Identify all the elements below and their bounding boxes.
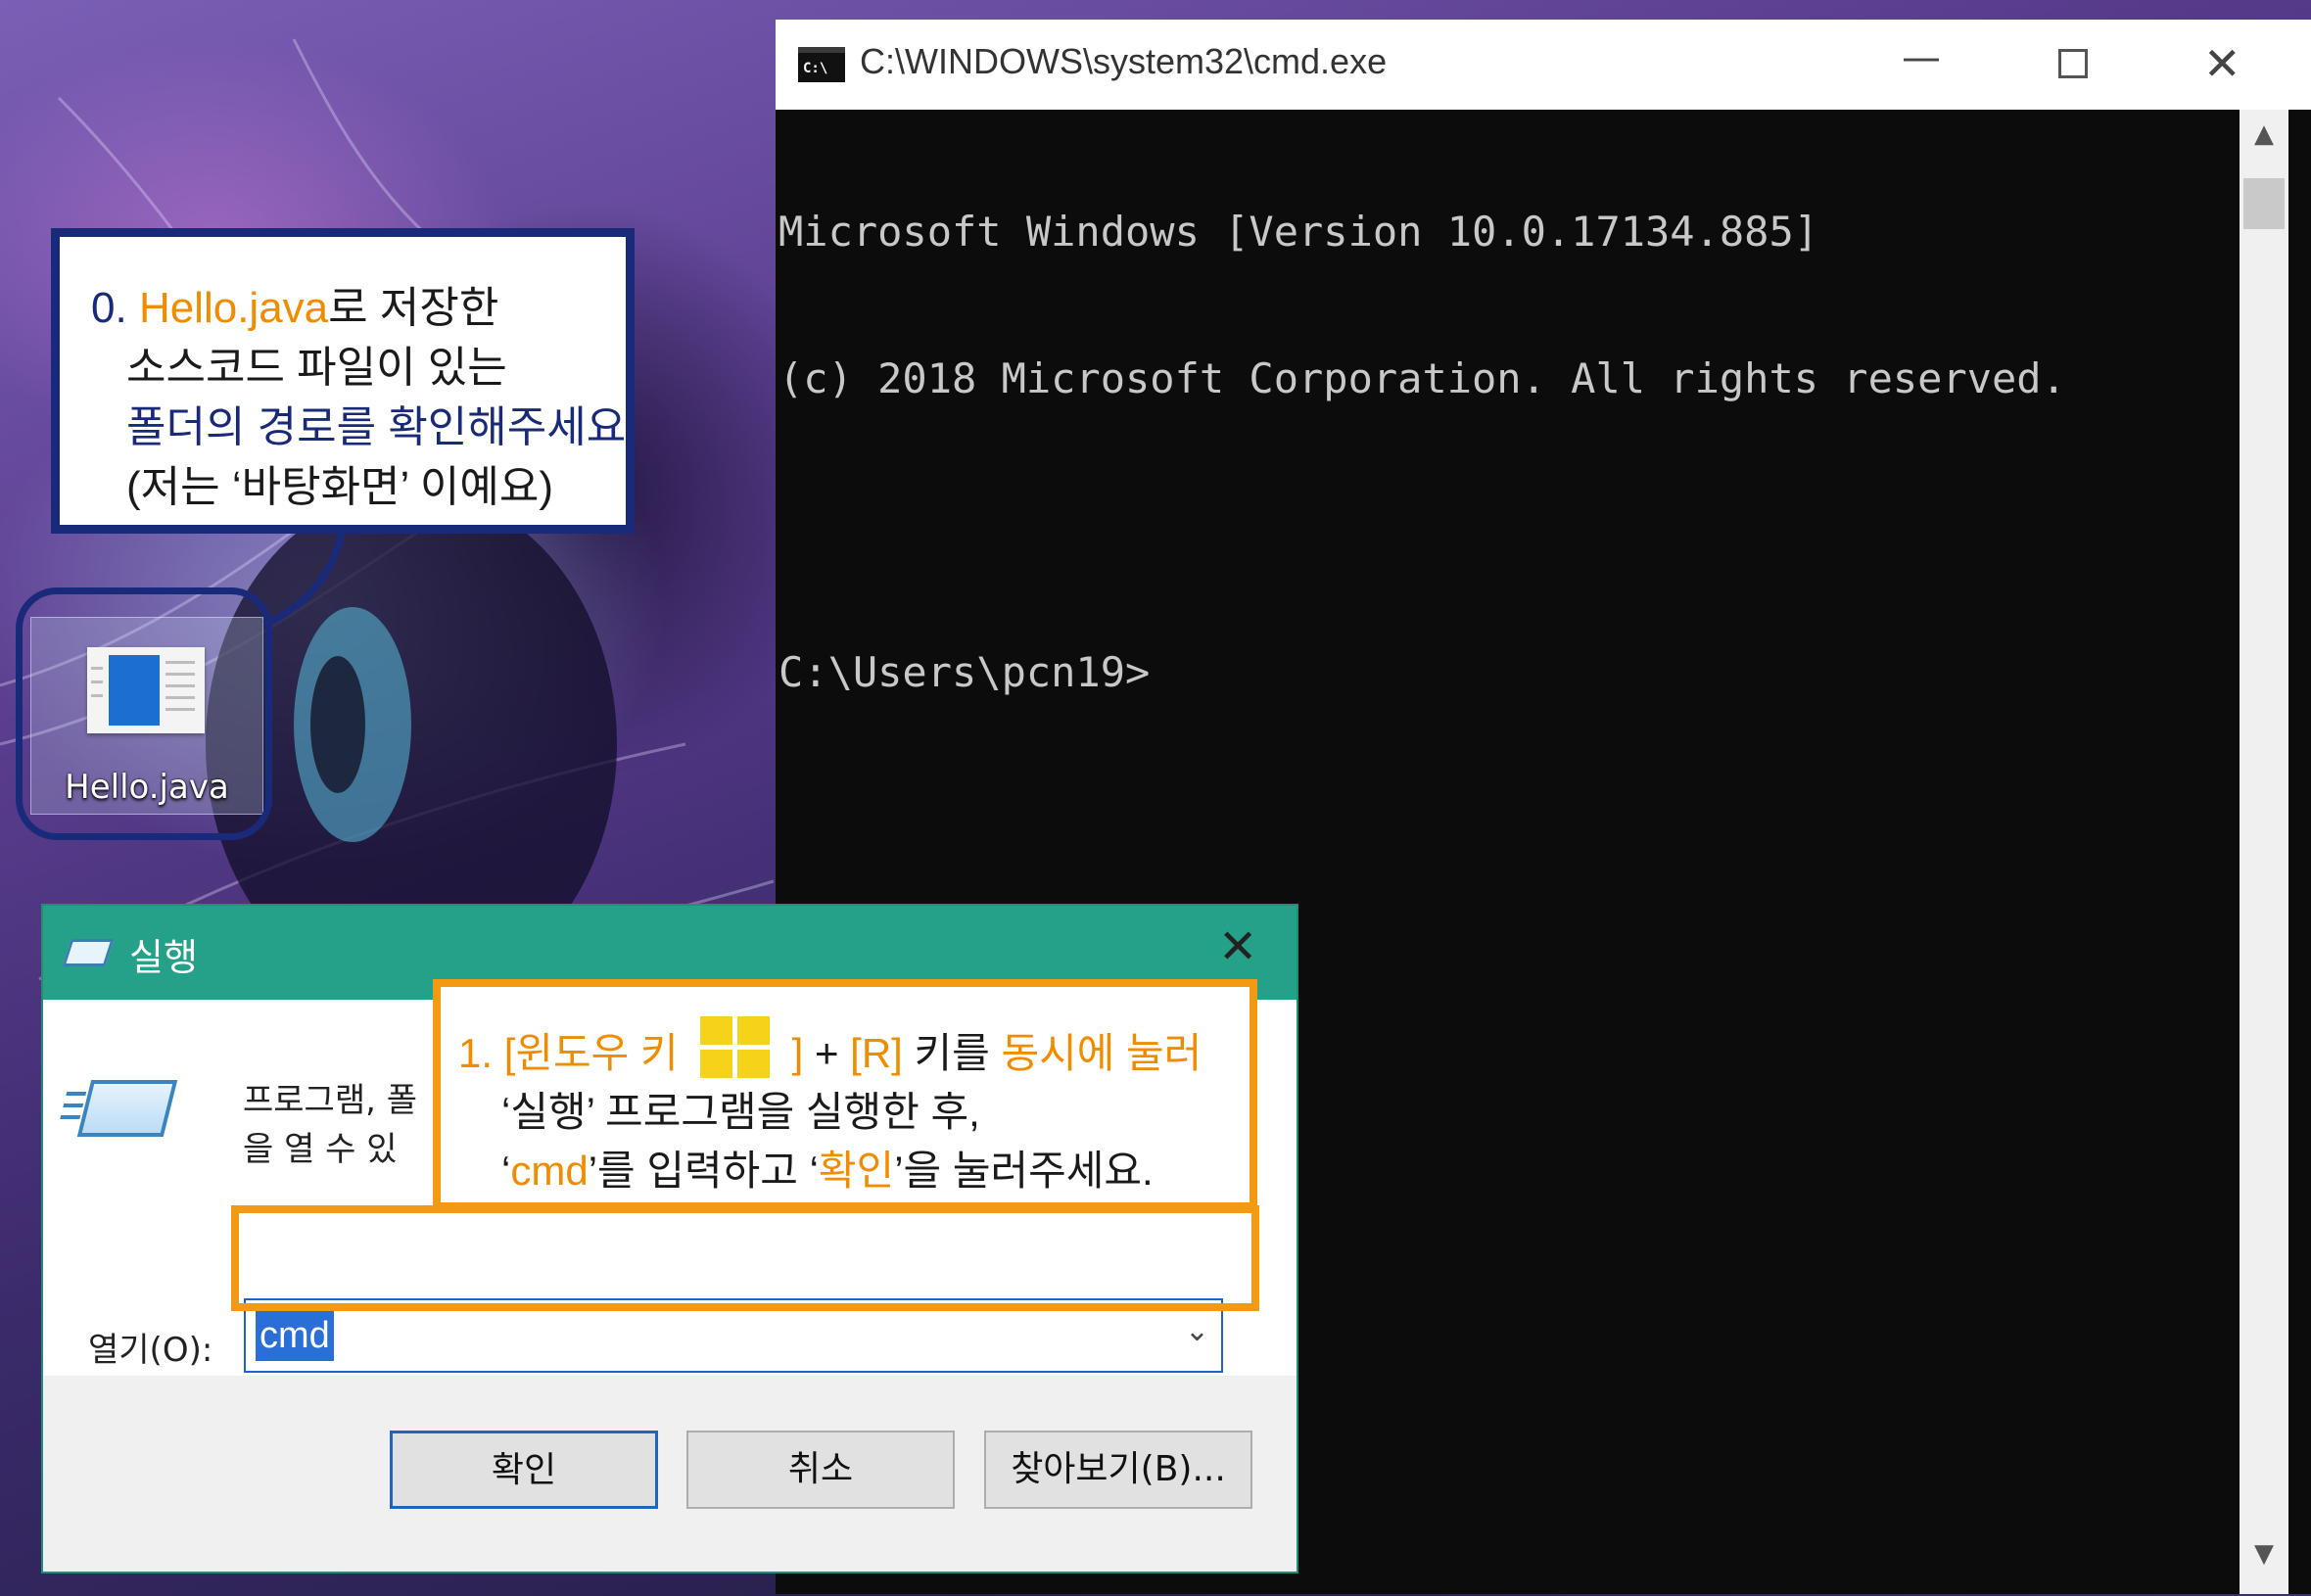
open-input-value[interactable]: cmd [256,1310,334,1361]
input-highlight-frame [231,1205,1259,1311]
run-dialog-title: 실행 [129,936,198,979]
callout1-step-number: 1. [458,1030,494,1076]
callout-connector [262,529,347,629]
vertical-scrollbar[interactable]: ▲ ▼ [2240,110,2288,1594]
run-program-icon [76,1080,178,1137]
minimize-button[interactable]: — [1902,35,1941,80]
callout-run-instructions: 1. [윈도우 키] + [R] 키를 동시에 눌러 ‘실행’ 프로그램을 실행… [433,979,1257,1210]
callout1-line3-end: ’을 눌러주세요. [894,1148,1154,1194]
callout0-line4: (저는 ‘바탕화면’ 이예요) [126,463,553,511]
callout0-step-number: 0. [91,284,127,332]
callout0-filename: Hello.java [138,284,329,332]
console-prompt: C:\Users\pcn19> [778,648,1151,696]
callout1-win-key-close: ] [791,1030,804,1076]
cmd-app-icon: C:\ [798,47,845,82]
callout1-ok: 확인 [818,1148,895,1194]
callout1-press: 동시에 눌러 [1001,1030,1203,1076]
console-line: Microsoft Windows [Version 10.0.17134.88… [778,208,1819,256]
callout0-line1: 로 저장한 [328,284,499,332]
callout1-line3-mid: ’를 입력하고 ‘ [588,1148,819,1194]
callout1-cmd: cmd [510,1148,589,1194]
callout1-line2: ‘실행’ 프로그램을 실행한 후, [501,1089,980,1135]
callout1-quote-open: ‘ [501,1148,511,1194]
cmd-titlebar[interactable]: C:\ C:\WINDOWS\system32\cmd.exe — ✕ [776,20,2311,110]
callout0-line2: 소스코드 파일이 있는 [126,344,507,392]
run-app-icon [62,939,115,966]
open-field-label: 열기(O): [88,1331,213,1370]
windows-logo-icon [699,1016,771,1079]
callout0-line3: 폴더의 경로를 확인해주세요 [126,403,627,451]
callout-folder-path: 0. Hello.java로 저장한 소스코드 파일이 있는 폴더의 경로를 확… [51,228,635,534]
callout1-plus: + [814,1030,839,1076]
maximize-button[interactable] [2058,49,2088,78]
cmd-window-title: C:\WINDOWS\system32\cmd.exe [860,41,1388,81]
callout1-win-key-open: [윈도우 키 [503,1030,679,1076]
ok-button[interactable]: 확인 [390,1431,658,1509]
browse-button[interactable]: 찾아보기(B)... [984,1431,1252,1509]
cancel-button[interactable]: 취소 [686,1431,955,1509]
close-button[interactable]: ✕ [2203,37,2241,90]
scroll-up-arrow-icon[interactable]: ▲ [2240,119,2288,149]
scroll-down-arrow-icon[interactable]: ▼ [2240,1539,2288,1569]
console-line: (c) 2018 Microsoft Corporation. All righ… [778,354,2066,402]
chevron-down-icon[interactable]: ⌄ [1185,1314,1209,1348]
callout1-key-word: 키를 [914,1030,990,1076]
scroll-thumb[interactable] [2243,178,2285,229]
icon-highlight-frame [16,587,272,840]
console-line: ​ [778,501,2228,550]
callout1-r-key: [R] [850,1030,903,1076]
run-close-button[interactable]: ✕ [1218,919,1257,974]
